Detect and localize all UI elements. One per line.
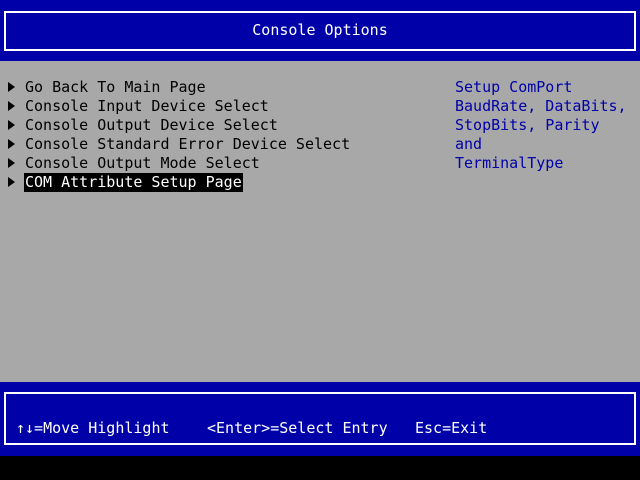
- menu-item-console-input[interactable]: Console Input Device Select: [8, 97, 270, 116]
- triangle-right-icon: [8, 81, 15, 92]
- menu-item-com-attribute[interactable]: COM Attribute Setup Page: [8, 173, 243, 192]
- page-title: Console Options: [252, 21, 388, 39]
- hint-move-highlight: ↑↓=Move Highlight: [16, 419, 170, 437]
- menu-item-label: Console Input Device Select: [25, 97, 269, 115]
- main-panel: Go Back To Main Page Console Input Devic…: [0, 61, 640, 382]
- triangle-right-icon: [8, 138, 15, 149]
- menu-item-label: Console Standard Error Device Select: [25, 135, 351, 153]
- menu-item-label: Console Output Mode Select: [25, 154, 260, 172]
- triangle-right-icon: [8, 176, 15, 187]
- menu-item-label: Console Output Device Select: [25, 116, 278, 134]
- menu-item-go-back[interactable]: Go Back To Main Page: [8, 78, 207, 97]
- hint-select-entry: <Enter>=Select Entry: [207, 419, 388, 437]
- hint-exit: Esc=Exit: [415, 419, 488, 437]
- triangle-right-icon: [8, 100, 15, 111]
- menu-item-console-output[interactable]: Console Output Device Select: [8, 116, 279, 135]
- triangle-right-icon: [8, 157, 15, 168]
- menu-item-console-stderr[interactable]: Console Standard Error Device Select: [8, 135, 351, 154]
- triangle-right-icon: [8, 119, 15, 130]
- menu-item-label: COM Attribute Setup Page: [24, 173, 243, 192]
- title-bar: Console Options: [0, 0, 640, 61]
- bottom-strip: [0, 456, 640, 480]
- help-text: Setup ComPort BaudRate, DataBits, StopBi…: [455, 78, 627, 172]
- menu-item-output-mode[interactable]: Console Output Mode Select: [8, 154, 261, 173]
- footer-bar: ↑↓=Move Highlight <Enter>=Select Entry E…: [0, 382, 640, 456]
- menu-item-label: Go Back To Main Page: [25, 78, 206, 96]
